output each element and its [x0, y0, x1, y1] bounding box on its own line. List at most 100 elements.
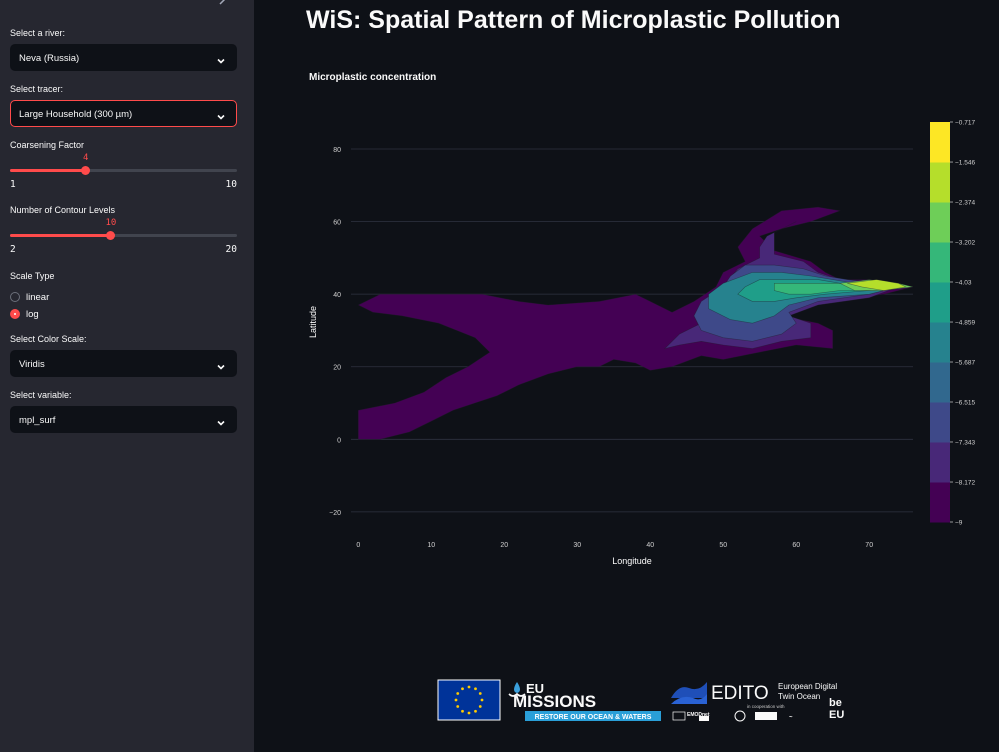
y-tick-label: 80 [333, 147, 341, 154]
radio-log[interactable]: log [10, 307, 39, 321]
slider-fill [10, 169, 86, 172]
slider-thumb[interactable] [106, 231, 116, 240]
svg-text:European Digital: European Digital [778, 682, 837, 691]
colorbar-band [930, 242, 950, 283]
x-tick-label: 60 [792, 542, 800, 549]
colorbar-tick-label: −3.202 [955, 240, 975, 247]
colorbar-tick-label: −0.717 [955, 120, 975, 127]
slider-max: 20 [225, 244, 237, 255]
eu-star-icon [454, 698, 458, 702]
y-axis-ticks: −20 0 20 40 60 80 [329, 147, 341, 517]
contour-levels-slider[interactable]: 10 2 20 [10, 218, 237, 260]
chart-title: Microplastic concentration [309, 72, 437, 83]
colorbar-band [930, 202, 950, 243]
colorbar-tick-label: −1.546 [955, 160, 975, 167]
svg-text:RESTORE OUR OCEAN & WATERS: RESTORE OUR OCEAN & WATERS [535, 714, 652, 721]
radio-linear[interactable]: linear [10, 290, 49, 304]
colorbar-tick-label: −4.859 [955, 320, 975, 327]
chevron-down-icon [216, 53, 226, 64]
radio-label: log [26, 308, 39, 320]
y-tick-label: 60 [333, 220, 341, 227]
chevron-down-icon [216, 415, 226, 426]
svg-text:MISSIONS: MISSIONS [513, 692, 596, 711]
sidebar: Select a river: Neva (Russia) Select tra… [0, 0, 254, 752]
radio-circle [10, 309, 20, 319]
colorbar-tick-label: −9 [955, 520, 963, 527]
eu-star-icon [456, 692, 460, 695]
eu-star-icon [461, 687, 464, 691]
eu-star-icon [467, 711, 471, 715]
contour-plot[interactable]: 0 10 20 30 40 50 60 70 −20 0 20 40 60 80 Longitude L… [290, 100, 990, 580]
slider-thumb[interactable] [81, 166, 91, 175]
tracer-select-value: Large Household (300 µm) [19, 109, 133, 120]
x-axis-label: Longitude [612, 556, 652, 566]
eu-flag-logo [437, 679, 501, 721]
colorbar-band [930, 482, 950, 523]
page-title: WiS: Spatial Pattern of Microplastic Pol… [306, 6, 841, 34]
river-select[interactable]: Neva (Russia) [10, 44, 237, 71]
colorbar-band [930, 442, 950, 483]
colorbar-tick-label: −5.687 [955, 360, 975, 367]
radio-label: linear [26, 291, 50, 303]
river-label: Select a river: [10, 28, 66, 38]
color-scale-select[interactable]: Viridis [10, 350, 237, 377]
slider-current-value: 10 [105, 218, 117, 228]
contours-label: Number of Contour Levels [10, 205, 116, 215]
colorbar-tick-label: −8.172 [955, 480, 975, 487]
edito-logo: EDITO European Digital Twin Ocean in coo… [671, 682, 844, 722]
x-tick-label: 30 [573, 542, 581, 549]
collapse-sidebar-icon[interactable] [216, 0, 232, 8]
color-scale-select-value: Viridis [19, 359, 45, 370]
colorbar-tick-label: −4.03 [955, 279, 972, 286]
slider-max: 10 [225, 179, 237, 190]
colorbar-band [930, 322, 950, 363]
x-tick-label: 10 [427, 542, 435, 549]
svg-text:Twin Ocean: Twin Ocean [778, 692, 820, 701]
slider-fill [10, 234, 111, 237]
eu-star-icon [474, 709, 477, 713]
eu-star-icon [456, 705, 460, 708]
contour-regions [357, 206, 914, 440]
x-tick-label: 20 [500, 542, 508, 549]
partner-logos: EU MISSIONS RESTORE OUR OCEAN & WATERS E… [437, 679, 844, 722]
y-tick-label: −20 [329, 510, 341, 517]
colorbar-band [930, 362, 950, 403]
x-tick-label: 70 [865, 542, 873, 549]
coarsening-slider[interactable]: 4 1 10 [10, 153, 237, 195]
svg-text:in cooperation with: in cooperation with [747, 704, 785, 709]
eu-star-icon [478, 692, 482, 695]
colorbar-band [930, 162, 950, 203]
eu-star-icon [461, 709, 464, 713]
x-axis-ticks: 0 10 20 30 40 50 60 70 [356, 542, 873, 549]
variable-label: Select variable: [10, 390, 72, 400]
eu-star-icon [474, 687, 477, 691]
colorbar-tick-label: −2.374 [955, 200, 975, 207]
slider-min: 1 [10, 179, 16, 190]
svg-text:EDITO: EDITO [711, 683, 769, 704]
colorbar-tick-label: −6.515 [955, 399, 975, 406]
tracer-select[interactable]: Large Household (300 µm) [10, 100, 237, 127]
variable-select[interactable]: mpl_surf [10, 406, 237, 433]
color-scale-label: Select Color Scale: [10, 334, 87, 344]
svg-text:be: be [829, 697, 842, 709]
colorbar-tick-label: −7.343 [955, 439, 975, 446]
coarsening-label: Coarsening Factor [10, 140, 85, 150]
eu-star-icon [480, 698, 484, 702]
eu-star-icon [478, 705, 482, 708]
y-tick-label: 20 [333, 365, 341, 372]
y-tick-label: 0 [337, 437, 341, 444]
tracer-label: Select tracer: [10, 84, 64, 94]
slider-min: 2 [10, 244, 16, 255]
y-axis-label: Latitude [308, 306, 318, 338]
copernicus-icon [734, 710, 746, 722]
colorbar-band [930, 402, 950, 443]
x-tick-label: 0 [356, 542, 360, 549]
y-tick-label: 40 [333, 292, 341, 299]
slider-current-value: 4 [82, 153, 89, 163]
river-select-value: Neva (Russia) [19, 53, 80, 64]
chevron-down-icon [216, 109, 226, 120]
scale-type-label: Scale Type [10, 271, 55, 281]
x-tick-label: 50 [719, 542, 727, 549]
variable-select-value: mpl_surf [19, 415, 56, 426]
radio-circle [10, 292, 20, 302]
